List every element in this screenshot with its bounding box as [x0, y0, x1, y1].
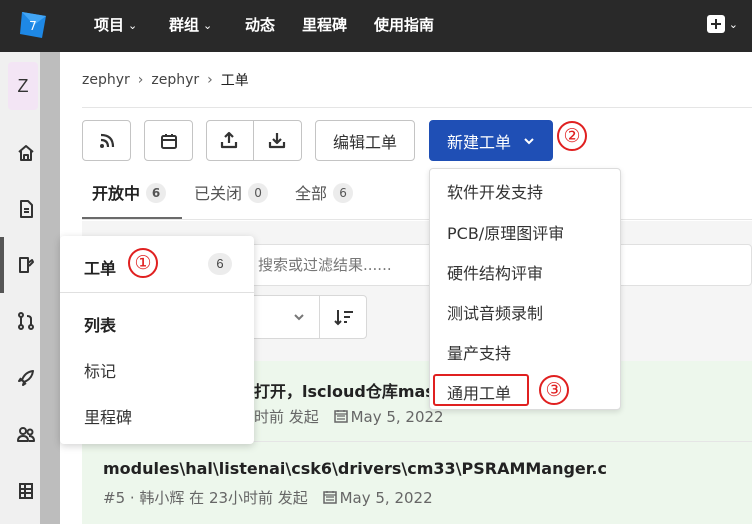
dropdown-item-audio-recording[interactable]: 测试音频录制 — [447, 300, 543, 324]
users-icon[interactable] — [16, 424, 36, 444]
annotation-marker-3: ③ — [539, 375, 569, 405]
rss-button[interactable] — [82, 120, 131, 161]
tab-all[interactable]: 全部 6 — [295, 180, 354, 204]
chevron-down-icon — [294, 314, 304, 321]
flyout-item-labels[interactable]: 标记 — [84, 358, 116, 382]
plus-icon — [706, 15, 725, 33]
issue-meta: 时前 发起 May 5, 2022 — [254, 406, 444, 427]
flyout-item-list[interactable]: 列表 — [84, 312, 116, 336]
issues-icon[interactable] — [16, 255, 36, 275]
breadcrumb-project-link[interactable]: zephyr — [151, 72, 199, 88]
rss-icon — [99, 133, 114, 148]
issue-date-text: May 5, 2022 — [339, 489, 433, 507]
nav-groups[interactable]: 群组 ⌄ — [169, 0, 212, 52]
issue-date-text: May 5, 2022 — [350, 408, 444, 426]
new-issue-button[interactable]: 新建工单 — [429, 120, 553, 161]
nav-projects[interactable]: 项目 ⌄ — [94, 0, 137, 52]
tab-all-count: 6 — [333, 183, 354, 203]
issue-author: 时前 发起 — [254, 408, 319, 426]
tab-closed-count: 0 — [248, 183, 269, 203]
home-icon[interactable] — [16, 143, 36, 163]
nav-milestones[interactable]: 里程碑 — [302, 0, 347, 52]
sort-direction-button[interactable] — [319, 295, 367, 339]
calendar-icon — [333, 410, 348, 423]
upload-icon[interactable] — [220, 131, 238, 149]
breadcrumb-current: 工单 — [220, 73, 249, 89]
dropdown-item-production-support[interactable]: 量产支持 — [447, 340, 511, 364]
calendar-icon — [160, 133, 177, 149]
sort-select[interactable] — [246, 295, 320, 339]
breadcrumb: zephyr › zephyr › 工单 — [82, 70, 249, 90]
calendar-icon — [322, 491, 337, 504]
svg-text:7: 7 — [29, 19, 37, 33]
document-icon[interactable] — [16, 199, 36, 219]
table-icon[interactable] — [16, 481, 36, 501]
issue-meta: #5 · 韩小辉 在 23小时前 发起 May 5, 2022 — [103, 487, 433, 508]
tab-closed[interactable]: 已关闭 0 — [194, 180, 269, 204]
tab-closed-label: 已关闭 — [194, 184, 243, 203]
tab-open[interactable]: 开放中 6 — [92, 180, 167, 204]
flyout-title[interactable]: 工单 — [84, 255, 116, 279]
edit-issues-label: 编辑工单 — [332, 132, 397, 152]
edit-issues-button[interactable]: 编辑工单 — [315, 120, 415, 161]
new-menu-button[interactable]: ⌄ — [706, 15, 738, 37]
dropdown-item-software-support[interactable]: 软件开发支持 — [447, 179, 543, 203]
merge-request-icon[interactable] — [16, 311, 36, 331]
sort-descending-icon — [334, 310, 353, 326]
issue-title[interactable]: modules\hal\listenai\csk6\drivers\cm33\P… — [103, 459, 607, 478]
divider — [82, 219, 752, 220]
chevron-down-icon: ⌄ — [203, 19, 213, 32]
divider — [60, 292, 254, 293]
chevron-right-icon: › — [137, 72, 144, 88]
breadcrumb-group-link[interactable]: zephyr — [82, 72, 130, 88]
search-placeholder: 搜索或过滤结果...... — [258, 256, 392, 274]
nav-activity[interactable]: 动态 — [245, 0, 275, 52]
nav-groups-label: 群组 — [169, 16, 200, 34]
tab-all-label: 全部 — [295, 184, 328, 203]
nav-help[interactable]: 使用指南 — [374, 0, 434, 52]
app-logo-icon[interactable]: 7 — [18, 10, 48, 40]
divider — [253, 121, 254, 160]
project-avatar[interactable]: Z — [8, 62, 38, 110]
dropdown-item-pcb-review[interactable]: PCB/原理图评审 — [447, 220, 564, 244]
sidebar-scrollbar[interactable] — [40, 52, 60, 524]
issue-date: May 5, 2022 — [333, 408, 444, 426]
chevron-right-icon: › — [207, 72, 213, 88]
chevron-down-icon — [524, 137, 534, 144]
divider — [82, 107, 752, 108]
annotation-marker-2: ② — [557, 121, 587, 151]
new-issue-label: 新建工单 — [446, 132, 511, 152]
issue-row[interactable] — [82, 442, 752, 524]
issue-title[interactable]: 打开，lscloud仓库mas — [254, 378, 435, 402]
chevron-down-icon: ⌄ — [728, 18, 738, 31]
sidebar-active-indicator — [0, 237, 4, 293]
annotation-marker-1: ① — [128, 248, 158, 278]
dropdown-item-hardware-review[interactable]: 硬件结构评审 — [447, 260, 543, 284]
chevron-down-icon: ⌄ — [128, 19, 138, 32]
calendar-button[interactable] — [144, 120, 193, 161]
download-icon[interactable] — [268, 131, 286, 149]
rocket-icon[interactable] — [16, 368, 36, 388]
issue-author: #5 · 韩小辉 在 23小时前 发起 — [103, 489, 308, 507]
nav-projects-label: 项目 — [94, 16, 125, 34]
issue-date: May 5, 2022 — [322, 489, 433, 507]
top-navbar: 7 项目 ⌄ 群组 ⌄ 动态 里程碑 使用指南 ⌄ — [0, 0, 752, 52]
flyout-item-milestones[interactable]: 里程碑 — [84, 404, 132, 428]
flyout-count: 6 — [208, 253, 232, 275]
highlight-box — [433, 374, 529, 406]
tab-open-label: 开放中 — [92, 184, 141, 203]
tab-open-count: 6 — [146, 183, 167, 203]
